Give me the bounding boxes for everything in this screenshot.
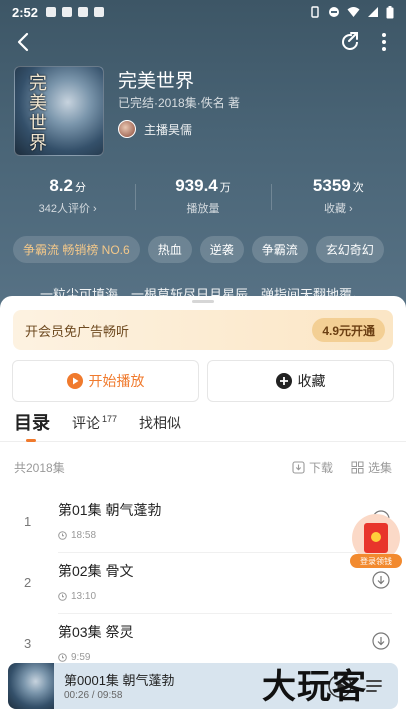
- book-meta: 已完结·2018集·佚名 著: [118, 96, 241, 110]
- book-header: 2:52 完美世界 完美世界 已完结·2018集·佚名 著 主播昊儒 8.2分: [0, 0, 406, 320]
- stat-value: 5359: [312, 176, 351, 195]
- status-time: 2:52: [12, 4, 39, 20]
- start-play-label: 开始播放: [88, 373, 145, 389]
- stat-value: 939.4: [175, 176, 218, 195]
- download-label: 下载: [308, 460, 333, 475]
- episode-number: 3: [24, 636, 32, 651]
- stat-label: 收藏 ›: [323, 203, 353, 215]
- episode-sheet: 开会员免广告畅听 4.9元开通 开始播放 收藏 目录 评论 177 找相似 共20…: [0, 296, 406, 721]
- stat-unit: 次: [352, 182, 364, 194]
- clock-icon: [58, 653, 67, 662]
- vip-banner[interactable]: 开会员免广告畅听 4.9元开通: [13, 310, 393, 350]
- avatar: [118, 120, 136, 138]
- play-circle-icon: [66, 373, 83, 389]
- tag[interactable]: 争霸流: [251, 236, 308, 263]
- notification-icon: [62, 7, 73, 17]
- tag[interactable]: 热血: [147, 236, 192, 263]
- tag-rank[interactable]: 争霸流 畅销榜 NO.6: [13, 236, 140, 263]
- episode-title: 第02集 骨文: [58, 563, 134, 579]
- episode-total: 共2018集: [14, 460, 65, 475]
- comment-count: 177: [102, 414, 118, 425]
- stat-label: 342人评价 ›: [38, 203, 97, 215]
- add-circle-icon: [275, 373, 292, 389]
- select-label: 选集: [367, 460, 392, 475]
- watermark-text: 大玩客: [262, 667, 367, 707]
- clock-icon: [58, 592, 67, 601]
- narrator-name: 主播昊儒: [144, 122, 193, 137]
- start-play-button[interactable]: 开始播放: [12, 360, 199, 402]
- vip-text: 开会员免广告畅听: [25, 323, 130, 339]
- episode-number: 2: [24, 575, 32, 590]
- tab-comments[interactable]: 评论 177: [72, 413, 117, 441]
- duration-text: 13:10: [71, 591, 97, 602]
- drag-handle[interactable]: [192, 300, 214, 303]
- stats-row: 8.2 分 342人评价 › 939.4 万 播放量 5359 次 收藏 ›: [0, 176, 406, 220]
- download-button[interactable]: 下载: [292, 459, 333, 476]
- battery-icon: [386, 5, 394, 18]
- tab-similar[interactable]: 找相似: [139, 413, 181, 441]
- cover-title-art: 完美世界: [26, 73, 47, 153]
- narrator[interactable]: 主播昊儒: [118, 120, 192, 138]
- playlist-icon[interactable]: [364, 676, 384, 696]
- stat-unit: 万: [219, 182, 231, 194]
- back-icon[interactable]: [12, 30, 36, 54]
- dnd-icon: [329, 7, 339, 17]
- tab-catalog[interactable]: 目录: [14, 409, 50, 442]
- wifi-icon: [347, 7, 360, 17]
- status-bar: 2:52: [0, 0, 406, 24]
- book-cover[interactable]: 完美世界: [14, 66, 104, 156]
- favorite-label: 收藏: [297, 373, 326, 389]
- top-nav: [0, 28, 406, 56]
- notification-icons: [46, 7, 105, 17]
- download-icon: [292, 460, 305, 474]
- player-cover[interactable]: [8, 663, 54, 709]
- stat-value: 8.2: [49, 176, 73, 195]
- stat-favorites[interactable]: 5359 次 收藏 ›: [270, 176, 406, 220]
- share-icon[interactable]: [338, 30, 362, 54]
- stat-rating[interactable]: 8.2 分 342人评价 ›: [0, 176, 135, 220]
- list-item[interactable]: 2 第02集 骨文 13:10: [0, 553, 406, 614]
- download-icon[interactable]: [372, 571, 390, 589]
- tag[interactable]: 玄幻奇幻: [315, 236, 384, 263]
- stat-label: 播放量: [186, 203, 220, 215]
- notification-icon: [78, 7, 89, 17]
- tag[interactable]: 逆袭: [199, 236, 244, 263]
- signal-icon: [368, 7, 378, 17]
- tab-label: 目录: [14, 413, 50, 433]
- notification-icon: [46, 7, 57, 17]
- list-item[interactable]: 1 第01集 朝气蓬勃 18:58: [0, 492, 406, 553]
- stat-unit: 分: [74, 182, 86, 194]
- tag-list: 争霸流 畅销榜 NO.6 热血 逆袭 争霸流 玄幻奇幻: [13, 236, 384, 263]
- red-packet-widget[interactable]: 登录领钱: [350, 514, 402, 568]
- red-packet-label: 登录领钱: [350, 554, 402, 568]
- episode-number: 1: [24, 514, 32, 529]
- clock-icon: [58, 531, 67, 540]
- episode-title: 第01集 朝气蓬勃: [58, 502, 162, 518]
- list-header: 共2018集 下载 选集: [14, 458, 392, 476]
- favorite-button[interactable]: 收藏: [207, 360, 394, 402]
- episode-duration: 18:58: [58, 530, 96, 541]
- vip-open-button[interactable]: 4.9元开通: [312, 318, 385, 342]
- select-episodes-button[interactable]: 选集: [351, 459, 392, 476]
- episode-duration: 13:10: [58, 591, 96, 602]
- vibrate-icon: [311, 6, 319, 18]
- duration-text: 18:58: [71, 530, 97, 541]
- duration-text: 9:59: [71, 652, 91, 663]
- episode-list: 1 第01集 朝气蓬勃 18:58 2 第02集 骨文 13:10 3 第03集…: [0, 492, 406, 675]
- tab-bar: 目录 评论 177 找相似: [0, 410, 406, 442]
- tab-label: 找相似: [139, 415, 182, 431]
- more-icon[interactable]: [376, 30, 392, 54]
- action-row: 开始播放 收藏: [12, 360, 394, 402]
- episode-duration: 9:59: [58, 652, 90, 663]
- player-time: 00:26 / 09:58: [64, 690, 123, 701]
- download-icon[interactable]: [372, 632, 390, 650]
- stat-plays: 939.4 万 播放量: [135, 176, 270, 220]
- notification-icon: [94, 7, 105, 17]
- tab-label: 评论: [72, 415, 100, 431]
- episode-title: 第03集 祭灵: [58, 624, 134, 640]
- player-title: 第0001集 朝气蓬勃: [64, 673, 175, 688]
- book-title: 完美世界: [118, 71, 195, 92]
- grid-icon: [351, 461, 364, 473]
- system-icons: [309, 5, 394, 19]
